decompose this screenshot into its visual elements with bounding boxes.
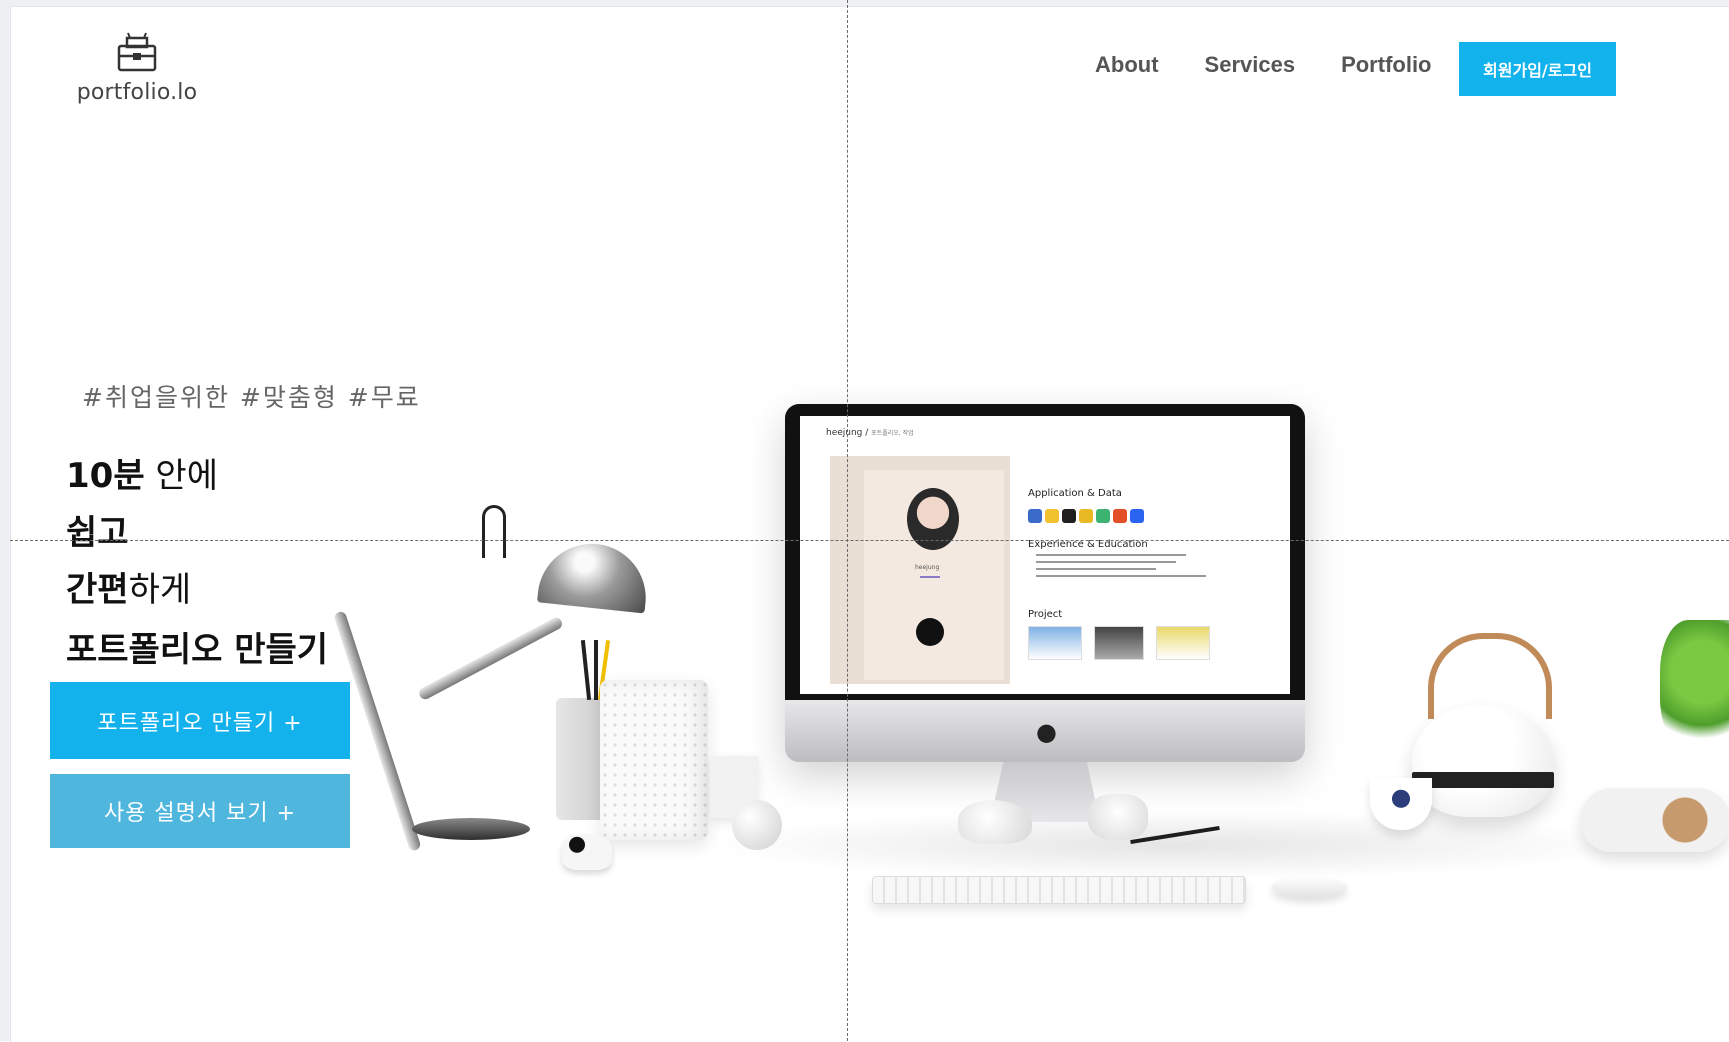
- project-thumb: [1028, 626, 1082, 660]
- screen-tech-icons: [1028, 509, 1144, 523]
- plant: [1660, 620, 1729, 750]
- lamp-cable: [482, 505, 506, 558]
- tech-icon: [1028, 509, 1042, 523]
- project-thumb: [1094, 626, 1144, 660]
- nav-about[interactable]: About: [1095, 52, 1159, 78]
- hero-line-1: 10분 안에: [66, 448, 218, 497]
- github-icon: [916, 618, 944, 646]
- screen-text-lines: [1036, 554, 1206, 582]
- logo-text: portfolio.lo: [76, 80, 198, 105]
- hero-line-2: 쉽고: [66, 505, 129, 554]
- screen-profile-name: heejung: [915, 564, 940, 571]
- signup-login-button[interactable]: 회원가입/로그인: [1459, 42, 1616, 96]
- main-nav: About Services Portfolio: [1095, 52, 1460, 78]
- hero-line-1-rest: 안에: [144, 456, 218, 496]
- pencil: [580, 639, 592, 701]
- screen-site-sub: 포트폴리오, 작업: [871, 430, 914, 437]
- mouse: [1272, 876, 1347, 898]
- logo[interactable]: portfolio.lo: [72, 30, 202, 110]
- apple-logo-icon: ●: [1036, 718, 1057, 746]
- lamp-base: [412, 818, 530, 840]
- hero-line-1-bold: 10분: [66, 456, 145, 496]
- left-window-strip: [0, 0, 10, 1041]
- hero-line-3-bold: 간편: [66, 570, 129, 610]
- teapot-band: [1412, 772, 1554, 788]
- screen-section-heading: Application & Data: [1028, 488, 1122, 499]
- create-portfolio-button[interactable]: 포트폴리오 만들기 +: [50, 682, 350, 759]
- tech-icon: [1062, 509, 1076, 523]
- tech-icon: [1045, 509, 1059, 523]
- hero-line-3-rest: 하게: [128, 570, 192, 610]
- vertical-guide-line: [847, 0, 848, 1041]
- hero-line-3: 간편하게: [66, 562, 191, 611]
- pencil: [594, 640, 598, 700]
- hero-line-2-bold: 쉽고: [66, 513, 129, 553]
- white-ball: [732, 800, 782, 850]
- toolbox-icon: [117, 32, 157, 72]
- horizontal-guide-line: [10, 540, 1729, 541]
- screen-section-heading: Project: [1028, 609, 1063, 620]
- nav-services[interactable]: Services: [1205, 52, 1296, 78]
- hero-line-4: 포트폴리오 만들기: [66, 622, 328, 671]
- screen-site-title: heejung / 포트폴리오, 작업: [826, 428, 914, 438]
- white-perforated-cup: [600, 680, 708, 840]
- screen-divider: [920, 576, 940, 578]
- keyboard: [872, 876, 1246, 904]
- imac-screen: heejung / 포트폴리오, 작업 heejung Application …: [800, 416, 1290, 694]
- hero-hashtags: #취업을위한 #맞춤형 #무료: [82, 383, 421, 412]
- panda-figurine: [562, 834, 612, 870]
- tech-icon: [1130, 509, 1144, 523]
- white-bird-figurine: [958, 800, 1032, 844]
- teapot: [1412, 705, 1554, 817]
- crumpled-paper: [1088, 794, 1148, 840]
- headphones: [1580, 788, 1729, 852]
- screen-project-thumbs: [1028, 626, 1210, 660]
- tech-icon: [1096, 509, 1110, 523]
- view-manual-button[interactable]: 사용 설명서 보기 +: [50, 774, 350, 848]
- tech-icon: [1079, 509, 1093, 523]
- project-thumb: [1156, 626, 1210, 660]
- nav-portfolio[interactable]: Portfolio: [1341, 52, 1431, 78]
- tech-icon: [1113, 509, 1127, 523]
- hero-line-4-bold: 포트폴리오 만들기: [66, 630, 329, 670]
- desk-shadow: [700, 810, 1640, 880]
